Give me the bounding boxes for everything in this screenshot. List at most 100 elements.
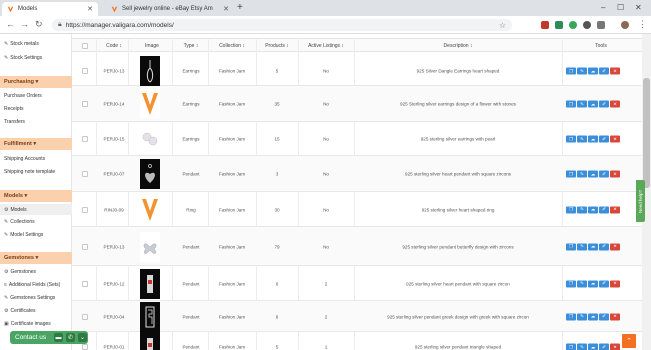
edit-button[interactable]: ✎ bbox=[577, 170, 587, 178]
chevron-down-icon[interactable]: ⌄ bbox=[78, 333, 87, 342]
edit-button[interactable]: ✎ bbox=[577, 67, 587, 75]
sidebar-section-gemstones[interactable]: Gemstones ▾ bbox=[0, 252, 72, 264]
cloud-button[interactable]: ☁ bbox=[588, 67, 598, 75]
settings-button[interactable]: ✐ bbox=[599, 313, 609, 320]
edit-button[interactable]: ✎ bbox=[577, 313, 587, 320]
extension-icon[interactable] bbox=[583, 21, 591, 29]
row-code[interactable]: PERJ0-04 bbox=[100, 314, 128, 319]
product-thumbnail[interactable] bbox=[140, 194, 160, 225]
product-thumbnail[interactable] bbox=[140, 231, 160, 262]
extension-icon[interactable] bbox=[597, 21, 605, 29]
sidebar-item-model-settings[interactable]: ✎ Model Settings bbox=[0, 230, 72, 240]
copy-button[interactable]: ❐ bbox=[566, 170, 576, 178]
settings-button[interactable]: ✐ bbox=[599, 280, 609, 287]
tab-models[interactable]: Models ✕ bbox=[2, 2, 98, 16]
delete-button[interactable]: ✕ bbox=[610, 170, 620, 178]
sidebar-item-purchase-orders[interactable]: Purchase Orders bbox=[0, 91, 72, 101]
row-checkbox[interactable] bbox=[82, 68, 88, 74]
sidebar-item-models[interactable]: ⚙ Models bbox=[0, 204, 72, 215]
row-checkbox[interactable] bbox=[82, 280, 88, 287]
forward-icon[interactable]: → bbox=[20, 19, 29, 29]
table-row[interactable]: PERJ0-15 Earrings Fashion Jam 15 No 925 sterl… bbox=[72, 122, 642, 156]
settings-button[interactable]: ✐ bbox=[599, 170, 609, 178]
row-checkbox[interactable] bbox=[82, 313, 88, 320]
row-checkbox[interactable] bbox=[82, 101, 88, 107]
settings-button[interactable]: ✐ bbox=[599, 67, 609, 75]
product-thumbnail[interactable] bbox=[140, 89, 160, 119]
minimize-icon[interactable]: – bbox=[601, 3, 605, 12]
product-thumbnail[interactable] bbox=[140, 124, 160, 154]
delete-button[interactable]: ✕ bbox=[610, 313, 620, 320]
bookmark-star-icon[interactable]: ☆ bbox=[499, 21, 506, 30]
cloud-button[interactable]: ☁ bbox=[588, 343, 598, 350]
phone-icon[interactable]: ✆ bbox=[66, 333, 75, 342]
table-row[interactable]: PERJ0-13 Pendant Fashion Jam 79 No 925 sterli… bbox=[72, 227, 642, 266]
close-window-icon[interactable]: ✕ bbox=[635, 3, 642, 12]
row-checkbox[interactable] bbox=[82, 206, 88, 213]
row-code[interactable]: RINJ0-09 bbox=[100, 207, 128, 212]
maximize-icon[interactable]: ☐ bbox=[617, 3, 624, 12]
table-row[interactable]: PERJ0-01 Pendant Fashion Jam 5 1 925 sterling… bbox=[72, 332, 642, 350]
cloud-button[interactable]: ☁ bbox=[588, 135, 598, 143]
sidebar-item-certificate-images[interactable]: ▣ Certificate images bbox=[0, 319, 72, 329]
menu-icon[interactable]: ⋮ bbox=[638, 19, 647, 30]
cloud-button[interactable]: ☁ bbox=[588, 243, 598, 250]
delete-button[interactable]: ✕ bbox=[610, 135, 620, 143]
copy-button[interactable]: ❐ bbox=[566, 243, 576, 250]
edit-button[interactable]: ✎ bbox=[577, 135, 587, 143]
table-row[interactable]: PERJ0-04 Pendant Fashion Jam 6 2 925 sterling… bbox=[72, 301, 642, 332]
edit-button[interactable]: ✎ bbox=[577, 280, 587, 287]
settings-button[interactable]: ✐ bbox=[599, 100, 609, 108]
close-tab-icon[interactable]: ✕ bbox=[223, 5, 229, 13]
row-code[interactable]: PERJ0-01 bbox=[100, 345, 128, 350]
sidebar-item-shipping-note-template[interactable]: Shipping note template bbox=[0, 167, 72, 177]
delete-button[interactable]: ✕ bbox=[610, 343, 620, 350]
cloud-button[interactable]: ☁ bbox=[588, 206, 598, 213]
scrollbar-thumb[interactable] bbox=[643, 78, 650, 188]
copy-button[interactable]: ❐ bbox=[566, 343, 576, 350]
sidebar-item-collections[interactable]: ✎ Collections bbox=[0, 217, 72, 227]
close-tab-icon[interactable]: ✕ bbox=[87, 5, 93, 13]
edit-button[interactable]: ✎ bbox=[577, 100, 587, 108]
cloud-button[interactable]: ☁ bbox=[588, 313, 598, 320]
cloud-button[interactable]: ☁ bbox=[588, 170, 598, 178]
column-header-type[interactable]: Type ↕ bbox=[176, 43, 206, 49]
need-help-tab[interactable]: Need help? bbox=[636, 180, 645, 222]
row-code[interactable]: PERJ0-15 bbox=[100, 137, 128, 142]
table-row[interactable]: PERJ0-13 Earrings Fashion Jam 5 No 925 Silver… bbox=[72, 56, 642, 86]
sidebar-item-stock-metals[interactable]: ✎ Stock metals bbox=[0, 39, 72, 49]
cloud-button[interactable]: ☁ bbox=[588, 280, 598, 287]
row-code[interactable]: PERJ0-12 bbox=[100, 281, 128, 286]
sidebar-item-stock-settings[interactable]: ✎ Stock Settings bbox=[0, 53, 72, 63]
delete-button[interactable]: ✕ bbox=[610, 280, 620, 287]
product-thumbnail[interactable] bbox=[140, 56, 160, 86]
row-checkbox[interactable] bbox=[82, 344, 88, 350]
settings-button[interactable]: ✐ bbox=[599, 135, 609, 143]
copy-button[interactable]: ❐ bbox=[566, 135, 576, 143]
contact-us-widget[interactable]: Contact us ▬ ✆ ⌄ bbox=[10, 331, 88, 344]
copy-button[interactable]: ❐ bbox=[566, 280, 576, 287]
sidebar-item-certificates[interactable]: ⚙ Certificates bbox=[0, 306, 72, 316]
table-row[interactable]: PERJ0-12 Pendant Fashion Jam 6 2 925 sterling… bbox=[72, 266, 642, 301]
copy-button[interactable]: ❐ bbox=[566, 206, 576, 213]
edit-button[interactable]: ✎ bbox=[577, 343, 587, 350]
new-tab-icon[interactable]: + bbox=[237, 2, 243, 13]
profile-avatar[interactable] bbox=[621, 21, 629, 29]
address-bar[interactable]: 🔒︎ https://manager.valigara.com/models/ … bbox=[52, 19, 512, 31]
copy-button[interactable]: ❐ bbox=[566, 313, 576, 320]
table-row[interactable]: PERJ0-07 Pendant Fashion Jam 3 No 925 sterlin… bbox=[72, 156, 642, 192]
cloud-button[interactable]: ☁ bbox=[588, 100, 598, 108]
sidebar-section-purchasing[interactable]: Purchasing ▾ bbox=[0, 76, 72, 88]
table-row[interactable]: RINJ0-09 Ring Fashion Jam 30 No 925 sterling … bbox=[72, 192, 642, 227]
extension-icon[interactable] bbox=[541, 21, 549, 29]
back-icon[interactable]: ← bbox=[6, 19, 15, 29]
table-row[interactable]: PERJ0-14 Earrings Fashion Jam 35 No 925 Sterl… bbox=[72, 86, 642, 122]
extension-icon[interactable] bbox=[555, 21, 563, 29]
reload-icon[interactable]: ↻ bbox=[35, 19, 43, 30]
edit-button[interactable]: ✎ bbox=[577, 206, 587, 213]
delete-button[interactable]: ✕ bbox=[610, 100, 620, 108]
column-header-collection[interactable]: Collection ↕ bbox=[210, 43, 254, 49]
sidebar-item-receipts[interactable]: Receipts bbox=[0, 104, 72, 114]
row-code[interactable]: PERJ0-13 bbox=[100, 244, 128, 249]
settings-button[interactable]: ✐ bbox=[599, 343, 609, 350]
